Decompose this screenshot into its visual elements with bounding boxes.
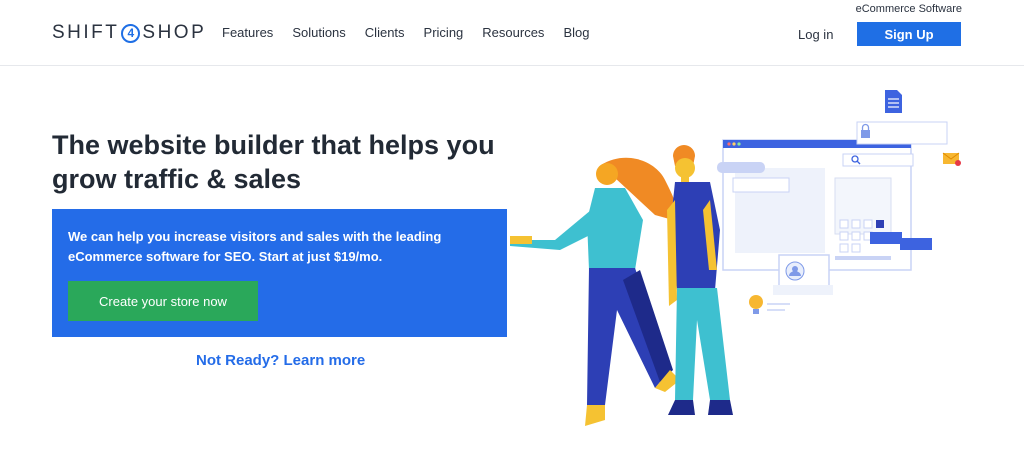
lock-icon <box>856 121 948 145</box>
search-bar-illustration <box>842 153 914 167</box>
woman-figure-illustration <box>510 157 680 426</box>
document-icon <box>885 90 902 113</box>
nav-pricing[interactable]: Pricing <box>424 25 464 40</box>
learn-more-link[interactable]: Not Ready? Learn more <box>196 352 365 369</box>
nav-clients[interactable]: Clients <box>365 25 405 40</box>
hero-panel: We can help you increase visitors and sa… <box>52 209 507 337</box>
signup-button[interactable]: Sign Up <box>857 22 961 46</box>
nav-blog[interactable]: Blog <box>563 25 589 40</box>
create-store-button[interactable]: Create your store now <box>68 281 258 321</box>
nav-features[interactable]: Features <box>222 25 273 40</box>
hero-headline: The website builder that helps you grow … <box>52 130 495 194</box>
logo-four-icon: 4 <box>121 23 141 43</box>
logo-text-left: SHIFT <box>52 22 120 43</box>
nav-solutions[interactable]: Solutions <box>292 25 345 40</box>
hero-description: We can help you increase visitors and sa… <box>68 229 442 264</box>
lightbulb-icon <box>749 295 790 314</box>
mail-icon <box>942 152 961 166</box>
main-nav: Features Solutions Clients Pricing Resou… <box>222 25 608 40</box>
site-header: SHIFT 4 SHOP Features Solutions Clients … <box>0 0 1024 66</box>
header-tagline: eCommerce Software <box>855 3 962 15</box>
login-link[interactable]: Log in <box>798 27 833 42</box>
logo-text-right: SHOP <box>142 22 207 43</box>
user-avatar-icon <box>773 254 833 295</box>
logo[interactable]: SHIFT 4 SHOP <box>52 22 206 44</box>
page: SHIFT 4 SHOP Features Solutions Clients … <box>0 0 1024 465</box>
nav-resources[interactable]: Resources <box>482 25 544 40</box>
hero-illustration <box>510 90 961 426</box>
